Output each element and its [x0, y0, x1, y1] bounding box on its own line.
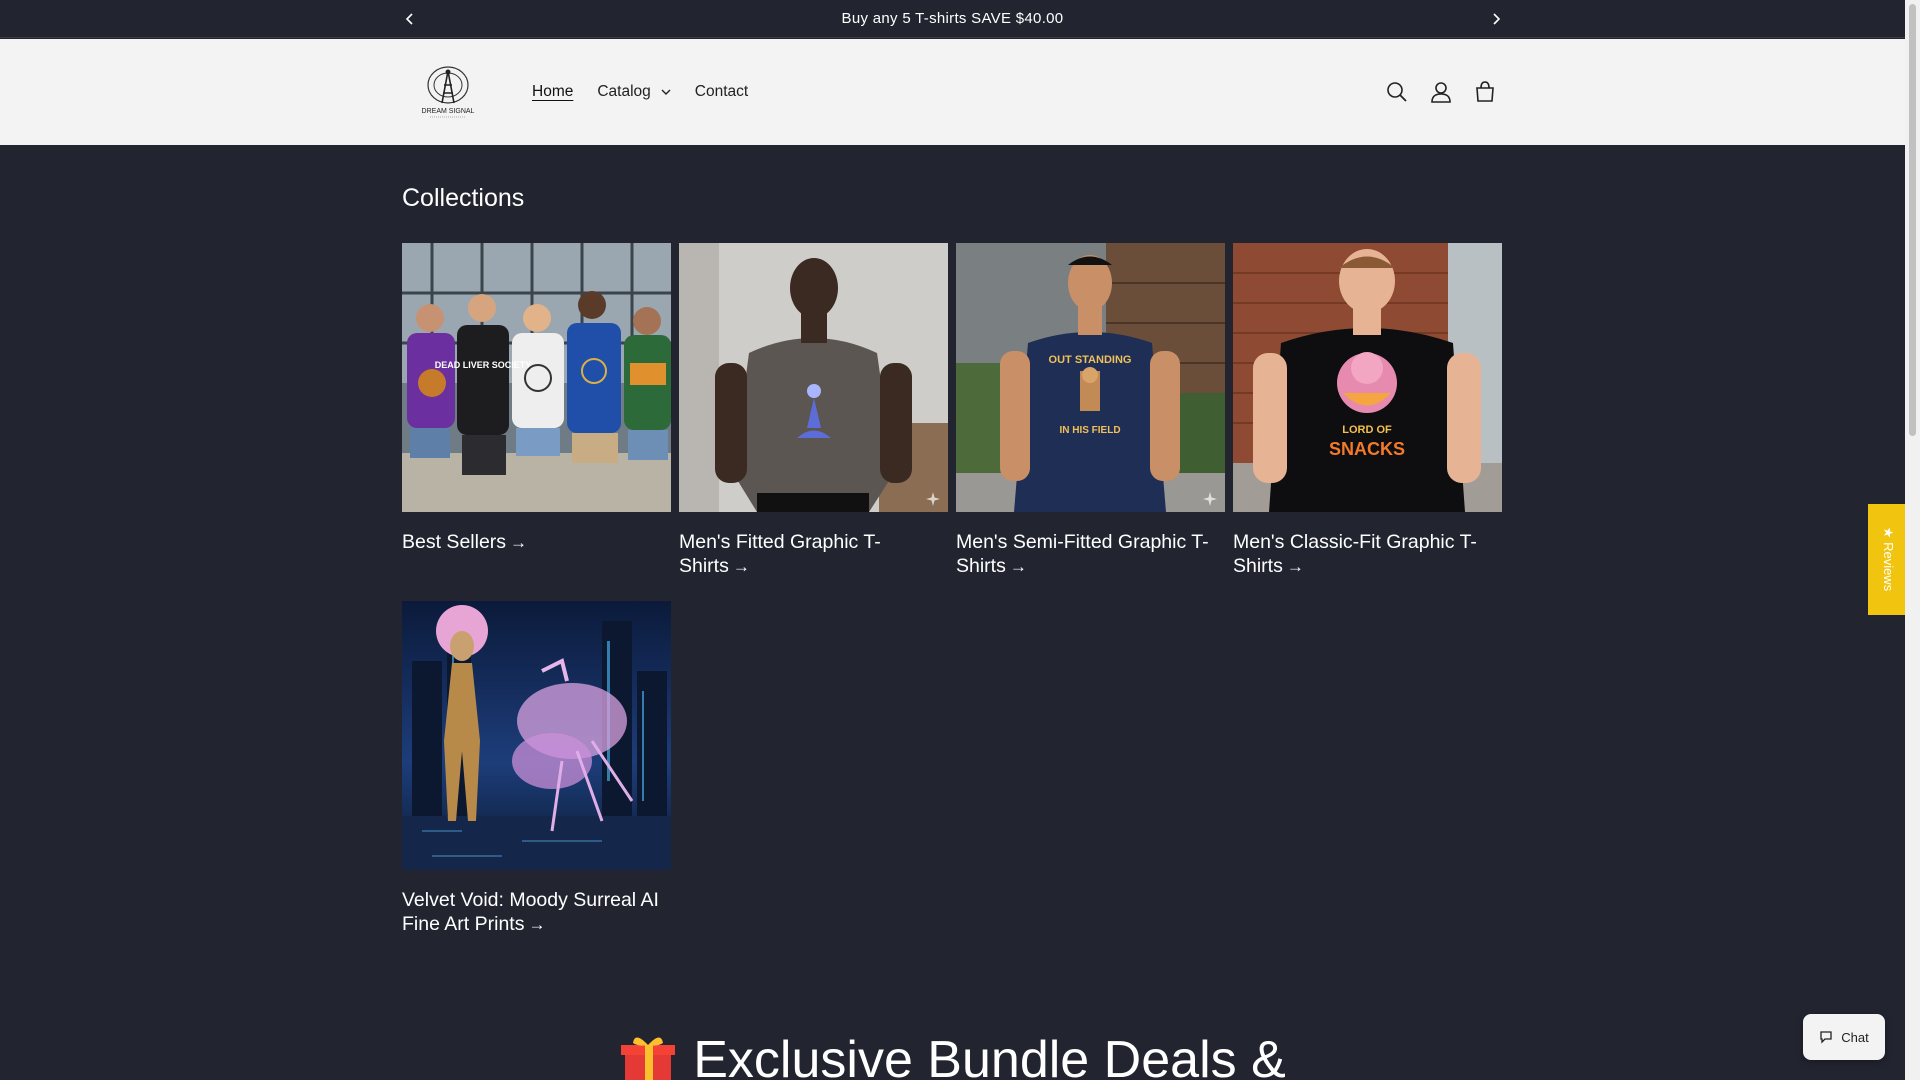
announcement-bar: Buy any 5 T-shirts SAVE $40.00: [0, 0, 1905, 38]
gift-icon: [621, 1037, 676, 1080]
chevron-down-icon: [661, 89, 671, 95]
shirt-text-lord-of: LORD OF: [1342, 424, 1392, 436]
cart-icon[interactable]: [1472, 79, 1498, 105]
brand-logo[interactable]: DREAM SIGNAL: [412, 63, 484, 121]
reviews-tab[interactable]: ★ Reviews: [1868, 504, 1906, 615]
sparkle-icon: [926, 492, 940, 506]
collection-link-best-sellers[interactable]: Best Sellers →: [402, 530, 671, 555]
arrow-right-icon: →: [510, 533, 528, 552]
shirt-text-snacks: SNACKS: [1329, 439, 1405, 459]
collection-image-velvet-void[interactable]: [402, 601, 671, 870]
collection-image-semi-fitted[interactable]: OUT STANDING IN HIS FIELD: [956, 243, 1225, 512]
shirt-text-in-his-field: IN HIS FIELD: [1059, 425, 1120, 436]
shirt-text-dead-liver: DEAD LIVER SOCIETY: [435, 360, 532, 370]
chat-button-label: Chat: [1841, 1029, 1869, 1045]
collections-title: Collections: [402, 184, 525, 212]
collection-link-fitted[interactable]: Men's Fitted Graphic T-Shirts →: [679, 530, 948, 579]
collection-card-semi-fitted[interactable]: OUT STANDING IN HIS FIELD Men's Semi-Fit…: [956, 243, 1225, 579]
collection-link-velvet-void[interactable]: Velvet Void: Moody Surreal AI Fine Art P…: [402, 888, 671, 937]
bundle-heading: Exclusive Bundle Deals &: [0, 1030, 1905, 1080]
collection-label-best-sellers: Best Sellers: [402, 531, 507, 553]
site-header: DREAM SIGNAL Home Catalog Contact: [0, 39, 1905, 145]
search-icon[interactable]: [1384, 79, 1410, 105]
main-nav: Home Catalog Contact: [532, 83, 772, 101]
reviews-tab-label: ★ Reviews: [1881, 526, 1896, 592]
nav-catalog[interactable]: Catalog: [597, 83, 671, 101]
chat-button[interactable]: Chat: [1803, 1014, 1885, 1060]
arrow-right-icon: →: [528, 915, 546, 934]
sparkle-icon: [1203, 492, 1217, 506]
arrow-right-icon: →: [1009, 557, 1027, 576]
collection-image-fitted[interactable]: [679, 243, 948, 512]
shirt-text-out-standing: OUT STANDING: [1049, 354, 1132, 366]
collection-card-fitted[interactable]: Men's Fitted Graphic T-Shirts →: [679, 243, 948, 579]
collection-label-classic-fit: Men's Classic-Fit Graphic T-Shirts: [1233, 531, 1477, 577]
collection-card-best-sellers[interactable]: DEAD LIVER SOCIETY Best Sellers →: [402, 243, 671, 555]
collection-link-classic-fit[interactable]: Men's Classic-Fit Graphic T-Shirts →: [1233, 530, 1502, 579]
collection-card-classic-fit[interactable]: LORD OF SNACKS Men's Classic-Fit Graphic…: [1233, 243, 1502, 579]
page-scrollbar[interactable]: [1905, 0, 1920, 1080]
arrow-right-icon: →: [732, 557, 750, 576]
collection-label-semi-fitted: Men's Semi-Fitted Graphic T-Shirts: [956, 531, 1209, 577]
scrollbar-thumb[interactable]: [1909, 4, 1916, 436]
chat-bubble-icon: [1820, 1031, 1832, 1044]
nav-catalog-label: Catalog: [597, 83, 651, 100]
nav-contact[interactable]: Contact: [695, 83, 748, 101]
logo-text: DREAM SIGNAL: [422, 108, 475, 115]
bundle-heading-text: Exclusive Bundle Deals &: [693, 1031, 1286, 1080]
collection-link-semi-fitted[interactable]: Men's Semi-Fitted Graphic T-Shirts →: [956, 530, 1225, 579]
collection-card-velvet-void[interactable]: Velvet Void: Moody Surreal AI Fine Art P…: [402, 601, 671, 937]
announcement-message[interactable]: Buy any 5 T-shirts SAVE $40.00: [0, 10, 1905, 27]
collection-label-fitted: Men's Fitted Graphic T-Shirts: [679, 531, 881, 577]
collection-image-classic-fit[interactable]: LORD OF SNACKS: [1233, 243, 1502, 512]
account-icon[interactable]: [1428, 79, 1454, 105]
chevron-right-icon[interactable]: [1486, 9, 1506, 29]
nav-home[interactable]: Home: [532, 83, 573, 101]
arrow-right-icon: →: [1286, 557, 1304, 576]
collection-image-best-sellers[interactable]: DEAD LIVER SOCIETY: [402, 243, 671, 512]
